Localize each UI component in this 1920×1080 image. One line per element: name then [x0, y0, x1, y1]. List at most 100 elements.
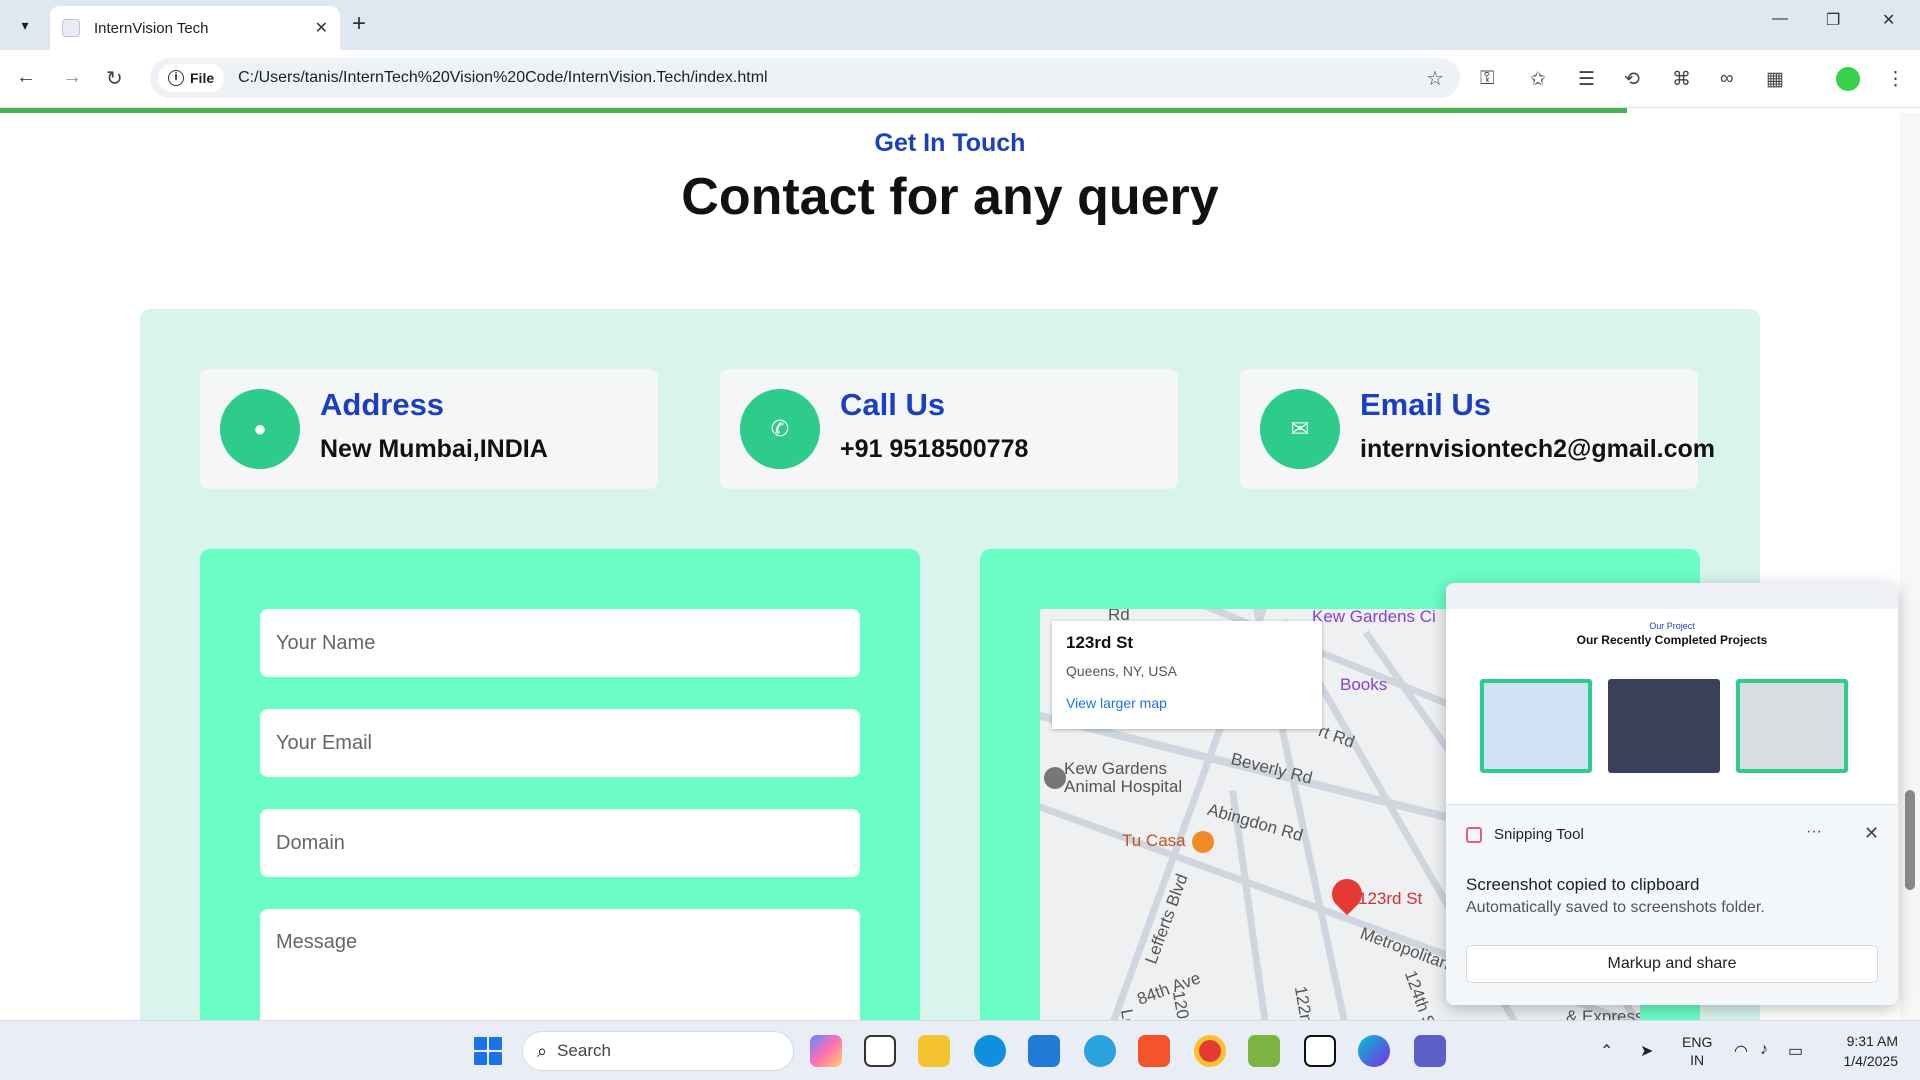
- more-options-icon[interactable]: ···: [1806, 823, 1822, 841]
- profile-avatar[interactable]: [1836, 67, 1860, 91]
- notion-icon[interactable]: [1304, 1035, 1336, 1067]
- preview-project-image: [1480, 679, 1592, 773]
- minimize-icon[interactable]: —: [1772, 10, 1788, 28]
- email-value: internvisiontech2@gmail.com: [1360, 435, 1716, 463]
- restaurant-poi-icon[interactable]: [1192, 831, 1214, 853]
- place-title: 123rd St: [1066, 633, 1134, 652]
- side-panel-icon[interactable]: ▦: [1766, 68, 1784, 91]
- snipping-notification: Our Project Our Recently Completed Proje…: [1446, 583, 1898, 1005]
- screenshot-preview[interactable]: Our Project Our Recently Completed Proje…: [1446, 583, 1898, 805]
- place-subtitle: Queens, NY, USA: [1066, 663, 1178, 679]
- site-info-chip[interactable]: i File: [158, 64, 225, 92]
- window-close-icon[interactable]: ✕: [1882, 10, 1895, 30]
- language-indicator[interactable]: ENG IN: [1682, 1033, 1712, 1069]
- battery-icon[interactable]: ▭: [1788, 1041, 1803, 1061]
- taskbar-search[interactable]: ⌕ Search: [522, 1031, 794, 1071]
- map-label: Abingdon Rd: [1205, 799, 1306, 846]
- reading-list-icon[interactable]: ☰: [1578, 68, 1595, 91]
- preview-kicker: Our Project: [1649, 621, 1695, 631]
- forward-icon[interactable]: →: [62, 66, 82, 89]
- language-code: ENG: [1682, 1034, 1713, 1050]
- name-input[interactable]: [260, 609, 860, 677]
- url-text[interactable]: C:/Users/tanis/InternTech%20Vision%20Cod…: [238, 69, 767, 87]
- snipping-tool-icon: [1466, 826, 1482, 843]
- map-label: Tu Casa: [1122, 831, 1186, 850]
- map-label: Animal Hospital: [1064, 777, 1183, 796]
- more-menu-icon[interactable]: ⋮: [1886, 68, 1905, 91]
- address-card: ● Address New Mumbai,INDIA: [200, 369, 658, 489]
- preview-title: Our Recently Completed Projects: [1576, 633, 1768, 647]
- map-label: Kew Gardens Ci: [1312, 609, 1436, 626]
- password-key-icon[interactable]: ⚿: [1480, 68, 1494, 90]
- scrollbar-thumb[interactable]: [1905, 790, 1915, 890]
- section-heading: Contact for any query: [681, 168, 1219, 226]
- pin-label: 123rd St: [1358, 889, 1423, 908]
- telegram-icon[interactable]: [1084, 1035, 1116, 1067]
- clock-app-icon[interactable]: [864, 1035, 896, 1067]
- system-clock[interactable]: 9:31 AM 1/4/2025: [1822, 1031, 1899, 1071]
- tab-search-chevron-icon[interactable]: ▾: [10, 10, 40, 40]
- bookmark-star-icon[interactable]: ☆: [1426, 66, 1444, 91]
- search-icon: ⌕: [537, 1040, 548, 1061]
- clock-time: 9:31 AM: [1846, 1033, 1898, 1049]
- mail-icon: ✉: [1260, 389, 1340, 469]
- snipping-header: Snipping Tool: [1466, 826, 1584, 843]
- brave-icon[interactable]: [1138, 1035, 1170, 1067]
- preview-project-image: [1736, 679, 1848, 773]
- section-kicker: Get In Touch: [874, 129, 1026, 157]
- paint-app-icon[interactable]: [1248, 1035, 1280, 1067]
- call-card: ✆ Call Us +91 9518500778: [720, 369, 1178, 489]
- browser-toolbar: ← → ↻ i File C:/Users/tanis/InternTech%2…: [0, 50, 1920, 108]
- map-label: Lef: [1116, 1008, 1140, 1020]
- domain-input[interactable]: [260, 809, 860, 877]
- restore-icon[interactable]: ❐: [1826, 10, 1840, 30]
- address-label: Address: [320, 387, 445, 422]
- tab-close-icon[interactable]: ✕: [315, 18, 328, 38]
- windows-start-icon[interactable]: [474, 1037, 502, 1065]
- snipping-app-name: Snipping Tool: [1494, 826, 1584, 843]
- hospital-poi-icon[interactable]: [1044, 767, 1066, 789]
- tab-title: InternVision Tech: [94, 19, 209, 37]
- email-label: Email Us: [1360, 387, 1491, 422]
- file-explorer-icon[interactable]: [918, 1035, 950, 1067]
- reload-icon[interactable]: ↻: [106, 66, 123, 91]
- address-bar[interactable]: i File C:/Users/tanis/InternTech%20Visio…: [150, 58, 1460, 98]
- canva-icon[interactable]: [1358, 1035, 1390, 1067]
- teams-icon[interactable]: [1414, 1035, 1446, 1067]
- translate-icon[interactable]: ⌘: [1672, 68, 1691, 91]
- chrome-icon[interactable]: [1194, 1035, 1226, 1067]
- tab-strip: ▾ InternVision Tech ✕ + — ❐ ✕: [0, 0, 1920, 50]
- location-pin-icon: ●: [220, 389, 300, 469]
- map-label: 122n: [1290, 984, 1317, 1020]
- notification-close-icon[interactable]: ✕: [1864, 823, 1879, 844]
- favorites-icon[interactable]: ✩: [1530, 68, 1546, 91]
- info-icon: i: [168, 70, 184, 86]
- back-icon[interactable]: ←: [16, 66, 36, 89]
- wifi-icon[interactable]: ◠: [1734, 1041, 1748, 1061]
- map-label: Books: [1340, 675, 1388, 694]
- new-tab-button[interactable]: +: [352, 10, 366, 38]
- vscode-icon[interactable]: [1028, 1035, 1060, 1067]
- history-icon[interactable]: ⟲: [1624, 68, 1640, 91]
- phone-icon: ✆: [740, 389, 820, 469]
- copilot-icon[interactable]: [810, 1035, 842, 1067]
- email-card: ✉ Email Us internvisiontech2@gmail.com: [1240, 369, 1715, 489]
- contact-form: [200, 549, 920, 1020]
- email-input[interactable]: [260, 709, 860, 777]
- map-label: Beverly Rd: [1229, 749, 1315, 788]
- site-info-label: File: [190, 70, 215, 86]
- link-icon[interactable]: ∞: [1720, 68, 1734, 90]
- show-hidden-icons-chevron-icon[interactable]: ⌃: [1600, 1041, 1613, 1061]
- browser-tab[interactable]: InternVision Tech ✕: [50, 6, 340, 50]
- edge-browser-icon[interactable]: [974, 1035, 1006, 1067]
- preview-project-image: [1608, 679, 1720, 773]
- view-larger-map-link[interactable]: View larger map: [1066, 695, 1167, 711]
- map-label: 120: [1168, 989, 1193, 1020]
- volume-icon[interactable]: ♪: [1760, 1041, 1768, 1059]
- markup-and-share-button[interactable]: Markup and share: [1466, 945, 1878, 983]
- map-label: Kew Gardens: [1064, 759, 1167, 778]
- map-place-card: 123rd St Queens, NY, USA View larger map: [1052, 621, 1322, 729]
- message-textarea[interactable]: [260, 909, 860, 1020]
- call-value: +91 9518500778: [840, 435, 1029, 463]
- telegram-tray-icon[interactable]: ➤: [1640, 1041, 1653, 1061]
